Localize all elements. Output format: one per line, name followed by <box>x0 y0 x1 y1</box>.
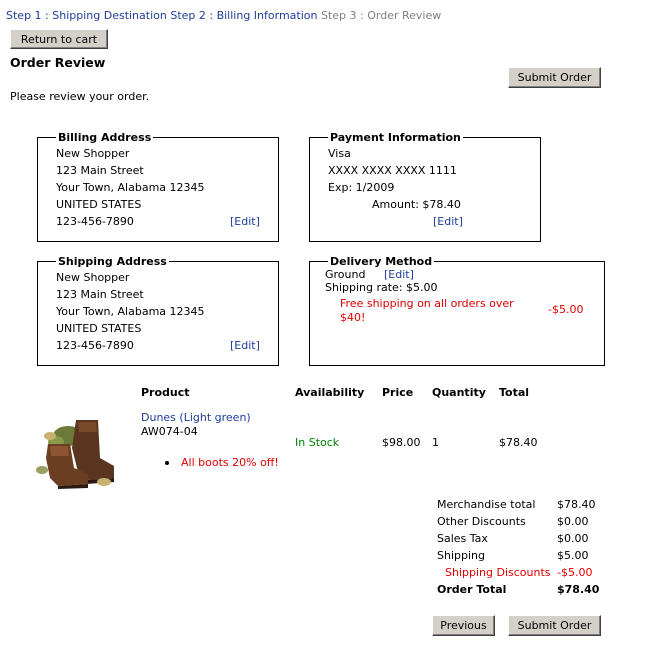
sales-tax-value: $0.00 <box>557 532 589 545</box>
breadcrumb-step-2[interactable]: Step 2 : Billing Information <box>170 9 317 22</box>
boots-icon <box>36 420 114 489</box>
boots-product-image[interactable] <box>28 408 118 490</box>
shipping-street: 123 Main Street <box>56 288 144 301</box>
col-header-availability: Availability <box>295 386 365 399</box>
col-header-total: Total <box>499 386 530 399</box>
intro-text: Please review your order. <box>10 90 150 103</box>
payment-amount: Amount: $78.40 <box>372 198 461 211</box>
submit-order-button-top[interactable]: Submit Order <box>508 67 601 88</box>
billing-city: Your Town, Alabama 12345 <box>56 181 205 194</box>
delivery-method-name: Ground <box>325 268 366 281</box>
col-header-quantity: Quantity <box>432 386 486 399</box>
promo-bullet-icon <box>165 461 169 465</box>
merchandise-total-label: Merchandise total <box>437 498 536 511</box>
billing-name: New Shopper <box>56 147 130 160</box>
sales-tax-label: Sales Tax <box>437 532 488 545</box>
breadcrumb-step-1[interactable]: Step 1 : Shipping Destination <box>6 9 167 22</box>
col-header-price: Price <box>382 386 414 399</box>
payment-edit-link[interactable]: [Edit] <box>433 215 463 229</box>
shipping-value: $5.00 <box>557 549 589 562</box>
product-promo: All boots 20% off! <box>181 456 279 469</box>
col-header-product: Product <box>141 386 190 399</box>
merchandise-total-value: $78.40 <box>557 498 596 511</box>
shipping-phone: 123-456-7890 <box>56 339 134 352</box>
other-discounts-label: Other Discounts <box>437 515 526 528</box>
shipping-label: Shipping <box>437 549 485 562</box>
breadcrumb-step-3: Step 3 : Order Review <box>320 9 442 22</box>
delivery-promo-line-1: Free shipping on all orders over <box>340 297 514 310</box>
billing-edit-link[interactable]: [Edit] <box>230 215 260 229</box>
delivery-promo-line-2: $40! <box>340 311 366 324</box>
delivery-edit-link[interactable]: [Edit] <box>384 268 414 282</box>
product-sku: AW074-04 <box>141 425 198 438</box>
order-total-label: Order Total <box>437 583 507 596</box>
other-discounts-value: $0.00 <box>557 515 589 528</box>
billing-street: 123 Main Street <box>56 164 144 177</box>
billing-phone: 123-456-7890 <box>56 215 134 228</box>
payment-card-type: Visa <box>328 147 351 160</box>
delivery-shipping-rate: Shipping rate: $5.00 <box>325 281 438 294</box>
product-availability: In Stock <box>295 436 340 449</box>
breadcrumb: Step 1 : Shipping Destination Step 2 : B… <box>6 9 441 22</box>
payment-card-number: XXXX XXXX XXXX 1111 <box>328 164 457 177</box>
product-total: $78.40 <box>499 436 538 449</box>
billing-country: UNITED STATES <box>56 198 142 211</box>
shipping-address-legend: Shipping Address <box>58 255 167 268</box>
payment-information-legend: Payment Information <box>330 131 461 144</box>
previous-button[interactable]: Previous <box>432 615 495 636</box>
delivery-method-legend: Delivery Method <box>330 255 433 268</box>
product-price: $98.00 <box>382 436 421 449</box>
order-total-value: $78.40 <box>557 583 600 596</box>
shipping-city: Your Town, Alabama 12345 <box>56 305 205 318</box>
delivery-promo-amount: -$5.00 <box>548 303 584 316</box>
shipping-name: New Shopper <box>56 271 130 284</box>
page-title: Order Review <box>10 55 106 70</box>
payment-expiration: Exp: 1/2009 <box>328 181 395 194</box>
product-name-link[interactable]: Dunes (Light green) <box>141 411 251 425</box>
submit-order-button-bottom[interactable]: Submit Order <box>508 615 601 636</box>
return-to-cart-button[interactable]: Return to cart <box>10 29 108 49</box>
shipping-discounts-value: -$5.00 <box>557 566 593 579</box>
shipping-edit-link[interactable]: [Edit] <box>230 339 260 353</box>
shipping-country: UNITED STATES <box>56 322 142 335</box>
product-quantity: 1 <box>432 436 439 449</box>
billing-address-legend: Billing Address <box>58 131 152 144</box>
shipping-discounts-label: Shipping Discounts <box>445 566 551 579</box>
